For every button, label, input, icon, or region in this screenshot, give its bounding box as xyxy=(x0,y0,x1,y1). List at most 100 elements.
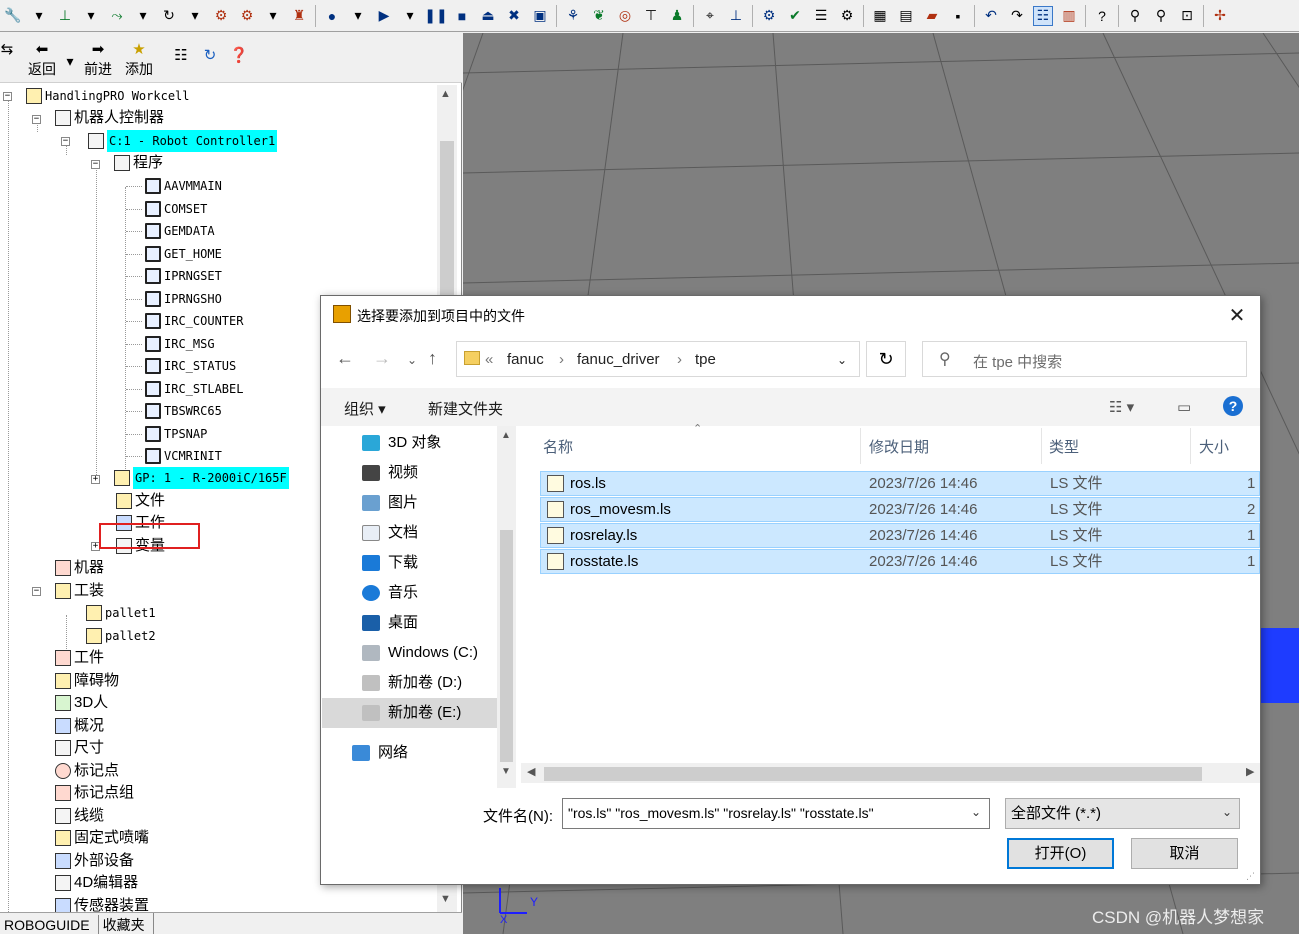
dropdown-icon[interactable]: ▾ xyxy=(263,6,283,26)
scroll-down-icon[interactable]: ▼ xyxy=(501,766,511,777)
program-item[interactable]: IRC_MSG xyxy=(145,333,215,355)
forward-arrow-icon[interactable]: → xyxy=(373,348,391,369)
horizontal-scroll-thumb[interactable] xyxy=(544,767,1202,781)
axis-icon[interactable]: ✢ xyxy=(1210,6,1230,26)
document-icon[interactable]: ▤ xyxy=(896,6,916,26)
nav-item-drive-e[interactable]: 新加卷 (E:) xyxy=(322,698,497,728)
table-icon[interactable]: ▦ xyxy=(870,6,890,26)
reset-icon[interactable]: ✖ xyxy=(504,6,524,26)
tree-pallet1[interactable]: pallet1 xyxy=(86,602,156,624)
eject-icon[interactable]: ⏏ xyxy=(478,6,498,26)
dropdown-icon[interactable]: ▾ xyxy=(81,6,101,26)
resize-grip-icon[interactable]: ⋰ xyxy=(1246,871,1255,882)
tree-programs[interactable]: 程序 xyxy=(114,152,163,174)
scroll-left-icon[interactable]: ◀ xyxy=(527,765,535,778)
sync-button[interactable]: ⇆ xyxy=(0,41,16,59)
filetype-select[interactable]: 全部文件 (*.*) xyxy=(1005,798,1240,829)
open-folder-icon[interactable]: ▰ xyxy=(922,6,942,26)
help-button[interactable]: ❓ xyxy=(228,47,250,65)
filename-input[interactable]: "ros.ls" "ros_movesm.ls" "rosrelay.ls" "… xyxy=(562,798,990,829)
tree-editor4d[interactable]: 4D编辑器 xyxy=(55,872,138,894)
zoom-in-icon[interactable]: ⚲ xyxy=(1125,6,1145,26)
nav-item-downloads[interactable]: 下载 xyxy=(322,548,497,578)
back-arrow-icon[interactable]: ← xyxy=(336,348,354,369)
path-icon[interactable]: ⤳ xyxy=(107,6,127,26)
program-item[interactable]: GET_HOME xyxy=(145,243,222,265)
column-header-size[interactable]: 大小 xyxy=(1199,436,1229,457)
measure-icon[interactable]: ⊥ xyxy=(726,6,746,26)
breadcrumb-overflow[interactable]: « xyxy=(485,351,493,368)
tree-pallet2[interactable]: pallet2 xyxy=(86,625,156,647)
tree-obstacles[interactable]: 障碍物 xyxy=(55,670,119,692)
zoom-fit-icon[interactable]: ⊡ xyxy=(1177,6,1197,26)
gear-icon[interactable]: ⚙ xyxy=(211,6,231,26)
grid-icon[interactable]: ⚙ xyxy=(837,6,857,26)
marker-icon[interactable]: ❦ xyxy=(589,6,609,26)
tool-icon[interactable]: 🔧 xyxy=(3,6,23,26)
save-icon[interactable]: ▪ xyxy=(948,6,968,26)
tree-controllers[interactable]: 机器人控制器 xyxy=(55,107,164,129)
tree-cables[interactable]: 线缆 xyxy=(55,805,104,827)
view-options-icon[interactable]: ☷ ▾ xyxy=(1109,398,1134,416)
dropdown-icon[interactable]: ▾ xyxy=(348,6,368,26)
nav-item-drive-c[interactable]: Windows (C:) xyxy=(322,638,497,668)
breadcrumb-fanuc-driver[interactable]: fanuc_driver xyxy=(577,351,660,368)
program-item[interactable]: AAVMMAIN xyxy=(145,175,222,197)
breadcrumb-tpe[interactable]: tpe xyxy=(695,351,716,368)
program-item[interactable]: TBSWRC65 xyxy=(145,400,222,422)
collapse-toggle[interactable]: − xyxy=(91,160,100,169)
nav-scroll-thumb[interactable] xyxy=(500,530,513,762)
tree-marker-groups[interactable]: 标记点组 xyxy=(55,782,134,804)
dropdown-icon[interactable]: ▾ xyxy=(29,6,49,26)
address-dropdown-icon[interactable]: ⌄ xyxy=(837,353,847,367)
column-separator[interactable] xyxy=(1041,428,1042,464)
nav-item-documents[interactable]: 文档 xyxy=(322,518,497,548)
forward-button[interactable]: ➡ 前进 xyxy=(82,41,114,79)
column-header-name[interactable]: 名称 xyxy=(543,436,573,457)
dropdown-icon[interactable]: ▾ xyxy=(400,6,420,26)
breadcrumb-fanuc[interactable]: fanuc xyxy=(507,351,544,368)
up-arrow-icon[interactable]: ↑ xyxy=(428,348,437,369)
nav-item-drive-d[interactable]: 新加卷 (D:) xyxy=(322,668,497,698)
stop-icon[interactable]: ■ xyxy=(452,6,472,26)
tree-dimension[interactable]: 尺寸 xyxy=(55,737,104,759)
sim-icon[interactable]: ▣ xyxy=(530,6,550,26)
add-button[interactable]: ★ 添加 xyxy=(122,41,156,79)
column-separator[interactable] xyxy=(1190,428,1191,464)
program-item[interactable]: IRC_COUNTER xyxy=(145,310,243,332)
target-icon[interactable]: ◎ xyxy=(615,6,635,26)
program-item[interactable]: GEMDATA xyxy=(145,220,215,242)
frame-icon[interactable]: ⊥ xyxy=(55,6,75,26)
back-button[interactable]: ⬅ 返回 xyxy=(26,41,58,79)
organize-button[interactable]: 组织 ▾ xyxy=(344,398,386,419)
tab-favorites[interactable]: 收藏夹 xyxy=(99,913,154,934)
tree-overview[interactable]: 概况 xyxy=(55,715,104,737)
pause-icon[interactable]: ❚❚ xyxy=(424,6,447,26)
tree-icon[interactable]: ☷ xyxy=(1033,5,1053,26)
column-header-type[interactable]: 类型 xyxy=(1049,436,1079,457)
help-icon[interactable]: ? xyxy=(1092,6,1112,26)
move-icon[interactable]: ↻ xyxy=(159,6,179,26)
file-row[interactable]: rosstate.ls 2023/7/26 14:46 LS 文件 1 xyxy=(540,549,1260,574)
cancel-button[interactable]: 取消 xyxy=(1131,838,1238,869)
tree-fixtures[interactable]: 工装 xyxy=(55,580,104,602)
place-icon[interactable]: ⊤ xyxy=(641,6,661,26)
tree-files[interactable]: 文件 xyxy=(116,490,165,512)
program-item[interactable]: IPRNGSHO xyxy=(145,288,222,310)
teach-icon[interactable]: ♜ xyxy=(289,6,309,26)
collapse-toggle[interactable]: − xyxy=(32,587,41,596)
user-icon[interactable]: ♟ xyxy=(667,6,687,26)
setup-icon[interactable]: ☰ xyxy=(811,6,831,26)
program-item[interactable]: COMSET xyxy=(145,198,207,220)
column-header-date[interactable]: 修改日期 xyxy=(869,436,929,457)
tree-parts[interactable]: 工件 xyxy=(55,647,104,669)
file-row[interactable]: ros_movesm.ls 2023/7/26 14:46 LS 文件 2 xyxy=(540,497,1260,522)
filename-dropdown-icon[interactable]: ⌄ xyxy=(971,805,981,819)
scroll-down-icon[interactable]: ▼ xyxy=(440,893,451,905)
tree-view-button[interactable]: ☷ xyxy=(172,47,190,65)
recent-dropdown-icon[interactable]: ⌄ xyxy=(407,353,417,367)
tree-human3d[interactable]: 3D人 xyxy=(55,692,108,714)
gripper-icon[interactable]: ⌖ xyxy=(700,6,720,26)
2d-icon[interactable]: ● xyxy=(322,6,342,26)
program-item[interactable]: IPRNGSET xyxy=(145,265,222,287)
